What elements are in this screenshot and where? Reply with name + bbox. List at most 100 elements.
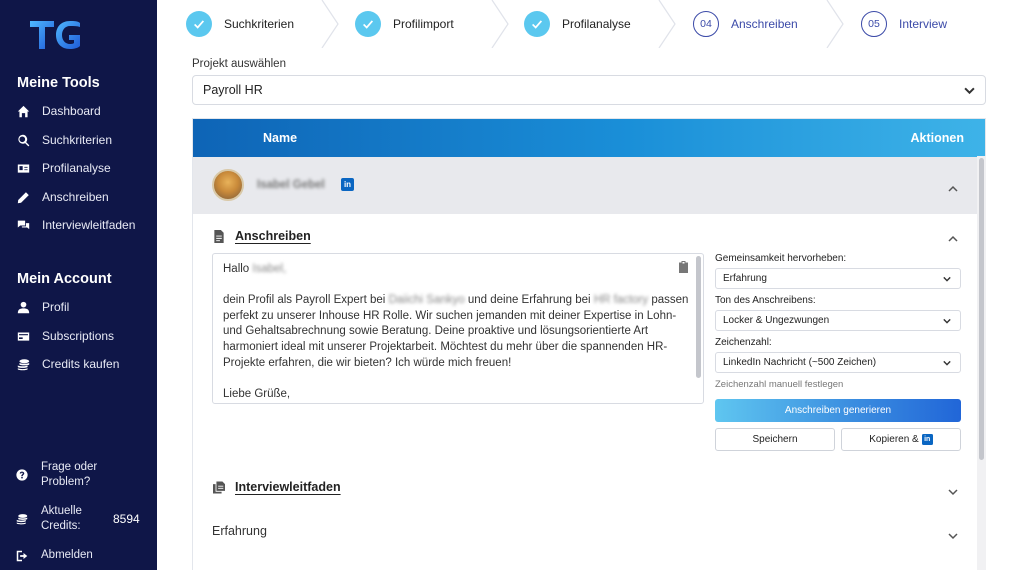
letter-scrollbar[interactable] xyxy=(696,256,701,378)
letter-textarea[interactable]: Hallo Isabel, dein Profil als Payroll Ex… xyxy=(212,253,704,404)
letter-section-toggle[interactable]: Anschreiben xyxy=(213,229,311,243)
home-icon xyxy=(16,104,30,118)
chevron-down-icon xyxy=(943,359,951,367)
step-label: Profilanalyse xyxy=(562,17,631,31)
chars-select[interactable]: LinkedIn Nachricht (~500 Zeichen) xyxy=(715,352,961,373)
step-interview[interactable]: 05 Interview xyxy=(861,0,947,48)
credits-value: 8594 xyxy=(113,512,140,526)
table-header: Name Aktionen xyxy=(193,119,985,157)
letter-body-1: dein Profil als Payroll Expert bei xyxy=(223,294,386,307)
step-separator xyxy=(657,0,677,49)
pencil-icon xyxy=(16,190,30,204)
copy-button-label: Kopieren & xyxy=(869,434,919,445)
sidebar-item-anschreiben[interactable]: Anschreiben xyxy=(16,190,109,204)
generate-letter-button[interactable]: Anschreiben generieren xyxy=(715,399,961,422)
step-label: Anschreiben xyxy=(731,17,798,31)
user-icon xyxy=(16,300,30,314)
chevron-up-icon[interactable] xyxy=(948,181,958,192)
logout-link[interactable]: Abmelden xyxy=(16,548,93,563)
help-icon xyxy=(16,469,30,481)
chevron-up-icon[interactable] xyxy=(948,231,958,242)
chevron-down-icon xyxy=(943,317,951,325)
interview-section-toggle[interactable]: Interviewleitfaden xyxy=(213,480,341,494)
id-card-icon xyxy=(16,161,30,175)
search-icon xyxy=(16,133,30,147)
chars-value: LinkedIn Nachricht (~500 Zeichen) xyxy=(723,357,877,368)
letter-greeting-name: Isabel, xyxy=(252,263,287,275)
linkedin-icon[interactable]: in xyxy=(341,178,354,191)
project-label: Projekt auswählen xyxy=(192,58,286,70)
card-icon xyxy=(16,329,30,343)
save-button-label: Speichern xyxy=(752,434,798,445)
sidebar-item-label: Subscriptions xyxy=(42,329,115,343)
tools-heading: Meine Tools xyxy=(17,75,100,91)
step-label: Suchkriterien xyxy=(224,17,295,31)
letter-greeting: Hallo xyxy=(223,263,250,275)
credits-line-2: Credits: xyxy=(41,520,81,532)
step-number: 05 xyxy=(861,11,887,37)
clipboard-icon[interactable] xyxy=(678,261,689,273)
credits-display: Aktuelle Credits: xyxy=(16,504,82,534)
chevron-down-icon[interactable] xyxy=(948,484,958,496)
sidebar-item-profilanalyse[interactable]: Profilanalyse xyxy=(16,161,111,175)
step-number: 04 xyxy=(693,11,719,37)
common-label: Gemeinsamkeit hervorheben: xyxy=(715,253,847,264)
step-profilanalyse[interactable]: Profilanalyse xyxy=(524,0,631,48)
common-select[interactable]: Erfahrung xyxy=(715,268,961,289)
help-line-2: Problem? xyxy=(41,476,91,488)
step-profilimport[interactable]: Profilimport xyxy=(355,0,454,48)
sidebar-item-label: Dashboard xyxy=(42,104,101,118)
project-select[interactable]: Payroll HR xyxy=(192,75,986,105)
chat-icon xyxy=(16,218,30,232)
interview-section-title: Interviewleitfaden xyxy=(235,480,341,494)
sidebar-item-label: Anschreiben xyxy=(42,190,109,204)
table-row[interactable]: Isabel Gebel in xyxy=(193,157,979,214)
check-icon xyxy=(186,11,212,37)
sidebar-item-label: Profilanalyse xyxy=(42,161,111,175)
person-name: Isabel Gebel xyxy=(257,179,325,191)
table-scrollbar-thumb[interactable] xyxy=(979,158,984,460)
project-value: Payroll HR xyxy=(203,83,263,97)
logout-icon xyxy=(16,550,30,562)
chevron-down-icon xyxy=(943,275,951,283)
letter-company-1: Daiichi Sankyo xyxy=(388,294,465,307)
copy-linkedin-button[interactable]: Kopieren & in xyxy=(841,428,961,451)
coins-icon xyxy=(16,513,30,525)
chars-label: Zeichenzahl: xyxy=(715,337,772,348)
sidebar-item-dashboard[interactable]: Dashboard xyxy=(16,104,101,118)
step-label: Profilimport xyxy=(393,17,454,31)
tone-label: Ton des Anschreibens: xyxy=(715,295,816,306)
sidebar-item-label: Interviewleitfaden xyxy=(42,218,136,232)
letter-body-2: und deine Erfahrung bei xyxy=(467,294,591,307)
document-icon xyxy=(213,229,227,243)
save-button[interactable]: Speichern xyxy=(715,428,835,451)
check-icon xyxy=(355,11,381,37)
chars-manual-link[interactable]: Zeichenzahl manuell festlegen xyxy=(715,379,843,390)
avatar xyxy=(212,169,244,201)
logo-icon[interactable] xyxy=(28,18,84,52)
sidebar-item-subscriptions[interactable]: Subscriptions xyxy=(16,329,114,343)
sidebar-item-profil[interactable]: Profil xyxy=(16,300,69,314)
step-anschreiben[interactable]: 04 Anschreiben xyxy=(693,0,798,48)
step-suchkriterien[interactable]: Suchkriterien xyxy=(186,0,294,48)
step-separator xyxy=(825,0,845,49)
chevron-down-icon[interactable] xyxy=(948,528,958,540)
sidebar-item-credits-kaufen[interactable]: Credits kaufen xyxy=(16,357,119,371)
sidebar-item-suchkriterien[interactable]: Suchkriterien xyxy=(16,133,112,147)
coins-icon xyxy=(16,357,30,371)
experience-section-title[interactable]: Erfahrung xyxy=(212,524,267,538)
step-separator xyxy=(320,0,340,49)
common-value: Erfahrung xyxy=(723,273,767,284)
check-icon xyxy=(524,11,550,37)
sidebar-item-interviewleitfaden[interactable]: Interviewleitfaden xyxy=(16,218,135,232)
sidebar-item-label: Profil xyxy=(42,300,70,314)
sidebar: Meine Tools Dashboard Suchkriterien Prof… xyxy=(0,0,157,570)
account-heading: Mein Account xyxy=(17,271,112,287)
credits-line-1: Aktuelle xyxy=(41,505,82,517)
sidebar-item-label: Credits kaufen xyxy=(42,357,120,371)
stepper: Suchkriterien Profilimport Profilanalyse… xyxy=(157,0,1011,49)
tone-select[interactable]: Locker & Ungezwungen xyxy=(715,310,961,331)
candidate-table: Name Aktionen Isabel Gebel in Anschreibe… xyxy=(192,118,986,570)
chevron-down-icon xyxy=(964,85,975,96)
help-link[interactable]: Frage oder Problem? xyxy=(16,460,97,490)
